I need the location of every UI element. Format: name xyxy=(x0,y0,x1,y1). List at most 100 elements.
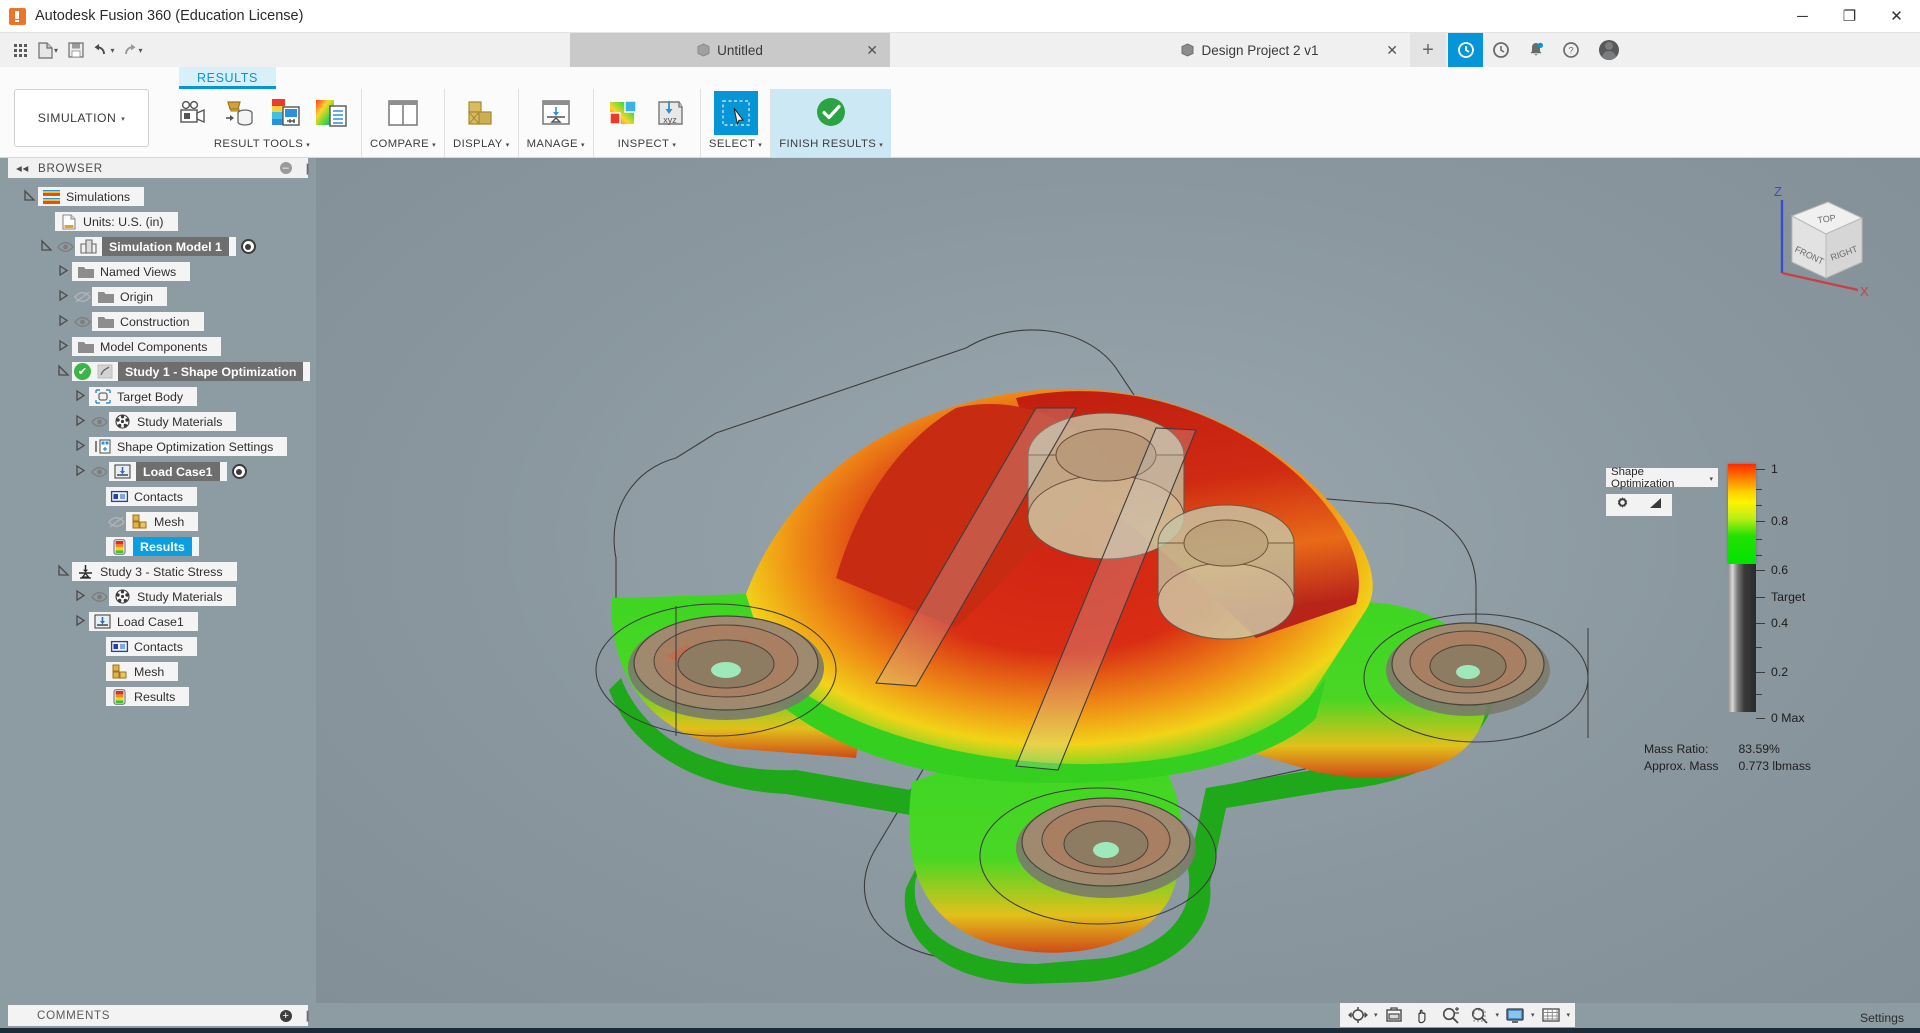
zoom-icon[interactable] xyxy=(1438,1004,1464,1026)
browser-item-study-3[interactable]: Study 3 - Static Stress xyxy=(8,559,314,584)
comments-resize-grip[interactable]: ❙ xyxy=(303,1005,311,1026)
browser-item-study-materials-1[interactable]: Study Materials xyxy=(8,409,314,434)
maximize-button[interactable]: ❐ xyxy=(1826,0,1873,33)
orbit-icon[interactable] xyxy=(1345,1004,1371,1026)
twisty-collapsed-icon[interactable] xyxy=(71,415,89,429)
minimize-button[interactable]: ─ xyxy=(1779,0,1826,33)
legend-result-type-select[interactable]: Shape Optimization ▾ xyxy=(1606,468,1718,487)
eye-visible-icon[interactable] xyxy=(89,416,109,428)
document-tab-close-icon[interactable]: ✕ xyxy=(866,42,878,59)
new-document-tab-button[interactable]: + xyxy=(1410,33,1446,67)
finish-results-check-icon[interactable] xyxy=(807,91,855,135)
workspace-switcher[interactable]: SIMULATION ▾ xyxy=(14,89,149,147)
twisty-expanded-icon[interactable] xyxy=(54,565,72,579)
new-file-icon[interactable]: ▾ xyxy=(34,36,62,64)
result-detail-icon[interactable] xyxy=(309,91,353,135)
twisty-collapsed-icon[interactable] xyxy=(54,290,72,304)
eye-hidden-icon[interactable] xyxy=(72,291,92,303)
browser-item-study-1[interactable]: ✔Study 1 - Shape Optimization xyxy=(8,359,314,384)
twisty-collapsed-icon[interactable] xyxy=(54,315,72,329)
eye-hidden-icon[interactable] xyxy=(106,516,126,528)
twisty-collapsed-icon[interactable] xyxy=(71,465,89,479)
browser-item-target-body[interactable]: Target Body xyxy=(8,384,314,409)
load-case-results-icon[interactable] xyxy=(217,91,261,135)
twisty-collapsed-icon[interactable] xyxy=(54,265,72,279)
tab-results[interactable]: RESULTS xyxy=(179,67,276,89)
twisty-collapsed-icon[interactable] xyxy=(54,340,72,354)
display-chevron-down-icon[interactable]: ▾ xyxy=(1531,1011,1535,1019)
browser-item-simulation-model-1[interactable]: Simulation Model 1 xyxy=(8,234,314,259)
inspect-result-icon[interactable] xyxy=(602,91,646,135)
show-data-panel-icon[interactable] xyxy=(6,36,34,64)
job-status-icon[interactable] xyxy=(1483,33,1518,67)
3d-viewport[interactable]: Z X TOP FRONT RIGHT Shape Optimization ▾ xyxy=(316,158,1920,1003)
orbit-chevron-down-icon[interactable]: ▾ xyxy=(1374,1011,1378,1019)
browser-item-contacts-1[interactable]: Contacts xyxy=(8,484,314,509)
eye-visible-icon[interactable] xyxy=(89,466,109,478)
window-select-icon[interactable] xyxy=(714,91,758,135)
browser-item-construction[interactable]: Construction xyxy=(8,309,314,334)
grid-chevron-down-icon[interactable]: ▾ xyxy=(1567,1011,1571,1019)
grid-snap-icon[interactable] xyxy=(1538,1004,1564,1026)
help-icon[interactable]: ? xyxy=(1553,33,1588,67)
twisty-expanded-icon[interactable] xyxy=(20,190,38,204)
document-tab-design-project[interactable]: Design Project 2 v1 ✕ xyxy=(1090,33,1410,67)
browser-item-results-3[interactable]: Results xyxy=(8,684,314,709)
browser-item-results-1[interactable]: Results xyxy=(8,534,314,559)
browser-item-units[interactable]: Units: U.S. (in) xyxy=(8,209,314,234)
browser-item-mesh-3[interactable]: Mesh xyxy=(8,659,314,684)
shape-display-icon[interactable] xyxy=(457,91,505,135)
eye-visible-icon[interactable] xyxy=(55,241,75,253)
browser-item-contacts-3[interactable]: Contacts xyxy=(8,634,314,659)
browser-item-simulations[interactable]: Simulations xyxy=(8,184,314,209)
eye-visible-icon[interactable] xyxy=(89,591,109,603)
add-comment-icon[interactable]: + xyxy=(280,1010,292,1022)
undo-icon[interactable]: ▾ xyxy=(90,36,118,64)
gear-icon[interactable] xyxy=(1615,495,1630,515)
activate-radio-icon[interactable] xyxy=(241,239,256,254)
fusion-sync-icon[interactable] xyxy=(1448,33,1483,67)
legend-settings-icon[interactable] xyxy=(263,91,307,135)
zoom-window-icon[interactable] xyxy=(1467,1004,1493,1026)
account-avatar[interactable] xyxy=(1588,33,1630,67)
comments-panel[interactable]: COMMENTS + xyxy=(8,1005,308,1026)
browser-item-mesh-1[interactable]: Mesh xyxy=(8,509,314,534)
browser-resize-grip[interactable]: ❙ xyxy=(303,158,311,178)
twisty-collapsed-icon[interactable] xyxy=(71,390,89,404)
document-tab-untitled[interactable]: Untitled ✕ xyxy=(570,33,890,67)
save-icon[interactable] xyxy=(62,36,90,64)
browser-item-study-materials-3[interactable]: Study Materials xyxy=(8,584,314,609)
settings-button[interactable]: Settings xyxy=(1860,1011,1904,1025)
legend-scale-icon[interactable] xyxy=(1648,496,1663,515)
browser-options-icon[interactable]: – xyxy=(280,162,292,174)
compare-side-by-side-icon[interactable] xyxy=(379,91,427,135)
browser-item-origin[interactable]: Origin xyxy=(8,284,314,309)
animate-results-icon[interactable] xyxy=(171,91,215,135)
twisty-collapsed-icon[interactable] xyxy=(71,440,89,454)
redo-icon[interactable]: ▾ xyxy=(118,36,146,64)
activate-radio-icon[interactable] xyxy=(232,464,247,479)
view-cube[interactable]: Z X TOP FRONT RIGHT xyxy=(1750,178,1890,298)
inspect-xyz-icon[interactable]: xyz xyxy=(648,91,692,135)
document-tab-close-icon[interactable]: ✕ xyxy=(1386,42,1398,59)
twisty-collapsed-icon[interactable] xyxy=(71,590,89,604)
display-settings-icon[interactable] xyxy=(1502,1004,1528,1026)
look-at-icon[interactable] xyxy=(1381,1004,1407,1026)
browser-item-load-case-1[interactable]: Load Case1 xyxy=(8,459,314,484)
browser-item-shape-optimization-settings[interactable]: Shape Optimization Settings xyxy=(8,434,314,459)
browser-collapse-icon[interactable]: ◂◂ xyxy=(16,161,29,175)
close-button[interactable]: ✕ xyxy=(1873,0,1920,33)
browser-item-chip: Simulation Model 1 xyxy=(75,237,236,256)
browser-item-named-views[interactable]: Named Views xyxy=(8,259,314,284)
browser-item-model-components[interactable]: Model Components xyxy=(8,334,314,359)
twisty-collapsed-icon[interactable] xyxy=(71,615,89,629)
twisty-expanded-icon[interactable] xyxy=(37,240,55,254)
zoom-chevron-down-icon[interactable]: ▾ xyxy=(1496,1011,1500,1019)
twisty-expanded-icon[interactable] xyxy=(54,365,72,379)
manage-constraints-icon[interactable] xyxy=(532,91,580,135)
eye-visible-icon[interactable] xyxy=(72,316,92,328)
browser-item-load-case-3[interactable]: Load Case1 xyxy=(8,609,314,634)
browser-item-label: Origin xyxy=(119,290,160,304)
pan-icon[interactable] xyxy=(1410,1004,1435,1026)
notifications-icon[interactable] xyxy=(1518,33,1553,67)
